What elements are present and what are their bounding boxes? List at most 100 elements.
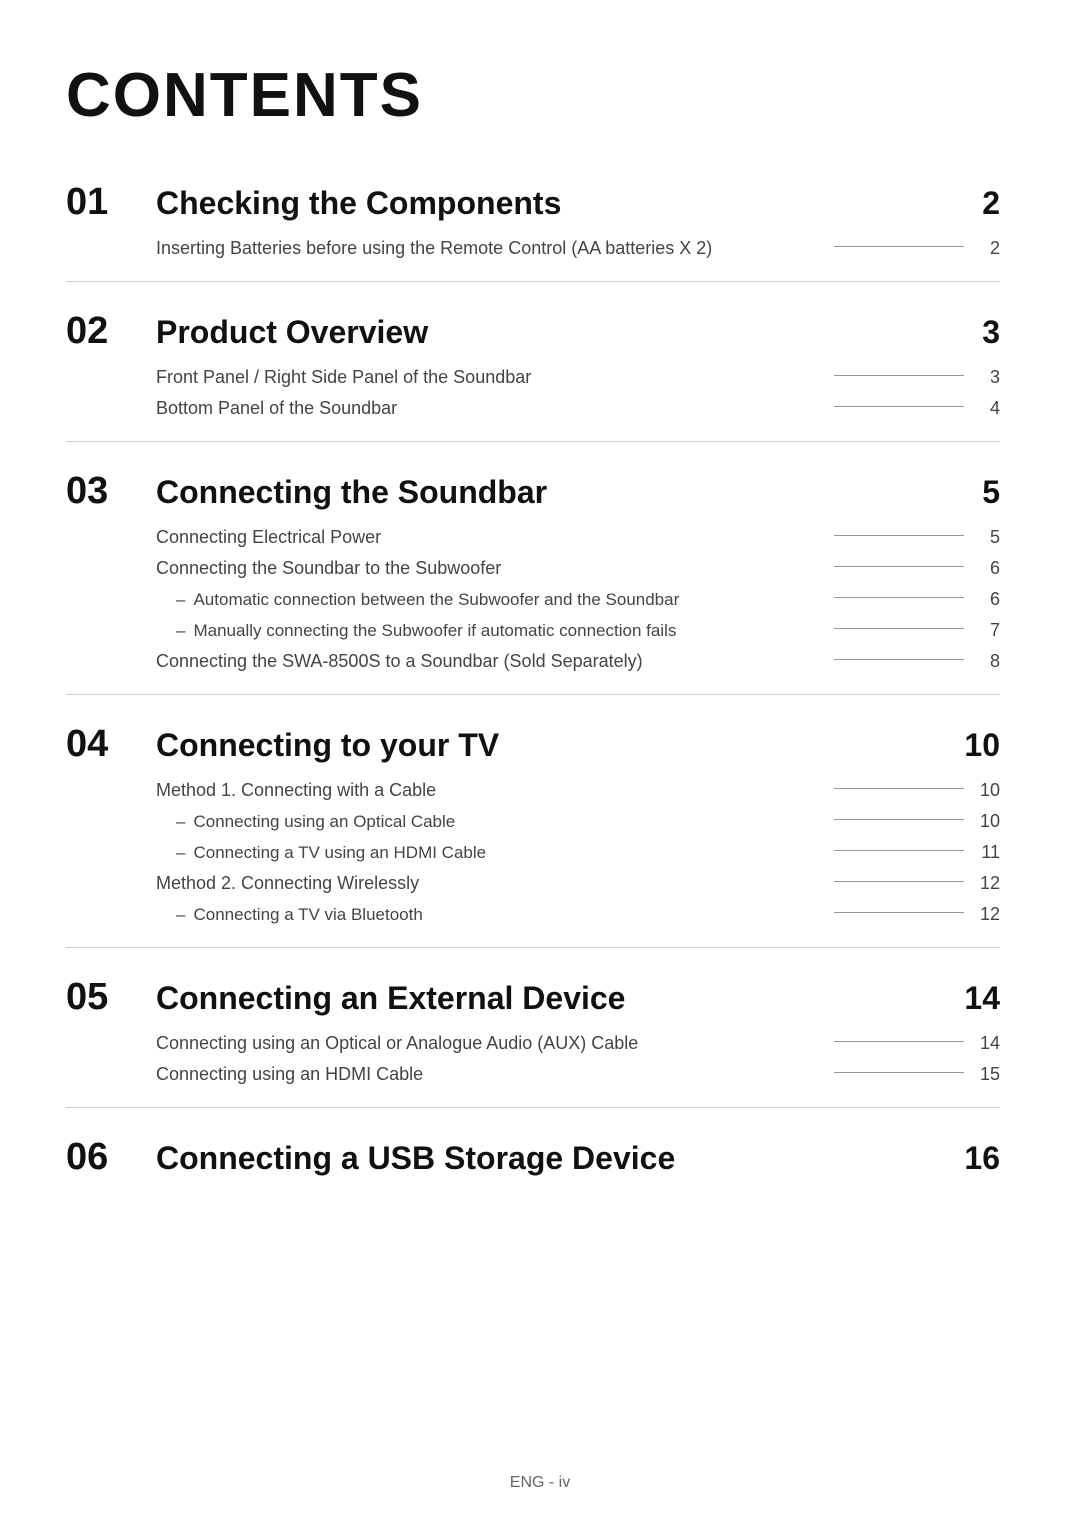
toc-item-page: 7 — [976, 620, 1000, 641]
toc-item-text: Bottom Panel of the Soundbar — [156, 398, 822, 419]
section-items-01: Inserting Batteries before using the Rem… — [156, 238, 1000, 259]
section-page-01: 2 — [950, 185, 1000, 222]
list-item: Front Panel / Right Side Panel of the So… — [156, 367, 1000, 388]
list-item: –Manually connecting the Subwoofer if au… — [176, 620, 1000, 641]
section-page-03: 5 — [950, 474, 1000, 511]
list-item: Connecting Electrical Power 5 — [156, 527, 1000, 548]
list-item: –Automatic connection between the Subwoo… — [176, 589, 1000, 610]
page-title: CONTENTS — [66, 60, 1000, 131]
section-header-02: 02Product Overview3 — [66, 310, 1000, 353]
toc-item-text: Connecting Electrical Power — [156, 527, 822, 548]
toc-container: 01Checking the Components2Inserting Batt… — [66, 181, 1000, 1179]
section-number-01: 01 — [66, 181, 156, 224]
toc-item-page: 12 — [976, 904, 1000, 925]
section-header-06: 06Connecting a USB Storage Device16 — [66, 1136, 1000, 1179]
section-title-06: Connecting a USB Storage Device — [156, 1140, 950, 1177]
section-header-03: 03Connecting the Soundbar5 — [66, 470, 1000, 513]
section-number-06: 06 — [66, 1136, 156, 1179]
section-title-01: Checking the Components — [156, 185, 950, 222]
toc-dots — [834, 850, 964, 851]
toc-dots — [834, 246, 964, 247]
section-06: 06Connecting a USB Storage Device16 — [66, 1136, 1000, 1179]
section-page-04: 10 — [950, 727, 1000, 764]
section-title-03: Connecting the Soundbar — [156, 474, 950, 511]
toc-dots — [834, 788, 964, 789]
toc-dots — [834, 659, 964, 660]
toc-item-page: 11 — [976, 842, 1000, 863]
toc-item-text: –Automatic connection between the Subwoo… — [176, 590, 822, 610]
section-items-03: Connecting Electrical Power 5 Connecting t… — [156, 527, 1000, 672]
dash-icon: – — [176, 843, 185, 862]
section-divider — [66, 281, 1000, 282]
section-number-02: 02 — [66, 310, 156, 353]
section-items-04: Method 1. Connecting with a Cable 10 –Conn… — [156, 780, 1000, 925]
section-title-02: Product Overview — [156, 314, 950, 351]
toc-item-text: –Manually connecting the Subwoofer if au… — [176, 621, 822, 641]
toc-item-text: Method 2. Connecting Wirelessly — [156, 873, 822, 894]
toc-item-page: 5 — [976, 527, 1000, 548]
toc-dots — [834, 912, 964, 913]
section-header-05: 05Connecting an External Device14 — [66, 976, 1000, 1019]
toc-item-page: 6 — [976, 589, 1000, 610]
section-01: 01Checking the Components2Inserting Batt… — [66, 181, 1000, 259]
toc-item-text: –Connecting a TV via Bluetooth — [176, 905, 822, 925]
list-item: –Connecting a TV via Bluetooth 12 — [176, 904, 1000, 925]
section-divider — [66, 1107, 1000, 1108]
section-title-05: Connecting an External Device — [156, 980, 950, 1017]
toc-item-text: Inserting Batteries before using the Rem… — [156, 238, 822, 259]
toc-item-text: Method 1. Connecting with a Cable — [156, 780, 822, 801]
section-number-04: 04 — [66, 723, 156, 766]
list-item: Connecting the SWA-8500S to a Soundbar (… — [156, 651, 1000, 672]
footer: ENG - iv — [0, 1474, 1080, 1492]
toc-item-page: 10 — [976, 811, 1000, 832]
list-item: Connecting using an Optical or Analogue … — [156, 1033, 1000, 1054]
toc-dots — [834, 406, 964, 407]
toc-item-page: 14 — [976, 1033, 1000, 1054]
section-items-05: Connecting using an Optical or Analogue … — [156, 1033, 1000, 1085]
toc-item-text: Connecting the Soundbar to the Subwoofer — [156, 558, 822, 579]
toc-dots — [834, 566, 964, 567]
list-item: Connecting the Soundbar to the Subwoofer… — [156, 558, 1000, 579]
section-divider — [66, 947, 1000, 948]
toc-dots — [834, 1041, 964, 1042]
toc-item-text: Front Panel / Right Side Panel of the So… — [156, 367, 822, 388]
section-page-06: 16 — [950, 1140, 1000, 1177]
list-item: –Connecting a TV using an HDMI Cable11 — [176, 842, 1000, 863]
section-04: 04Connecting to your TV10Method 1. Conne… — [66, 723, 1000, 925]
toc-dots — [834, 819, 964, 820]
section-items-02: Front Panel / Right Side Panel of the So… — [156, 367, 1000, 419]
toc-item-page: 2 — [976, 238, 1000, 259]
dash-icon: – — [176, 812, 185, 831]
section-03: 03Connecting the Soundbar5Connecting Ele… — [66, 470, 1000, 672]
list-item: Bottom Panel of the Soundbar 4 — [156, 398, 1000, 419]
toc-dots — [834, 1072, 964, 1073]
toc-item-page: 6 — [976, 558, 1000, 579]
list-item: Connecting using an HDMI Cable15 — [156, 1064, 1000, 1085]
toc-item-page: 8 — [976, 651, 1000, 672]
toc-item-text: –Connecting using an Optical Cable — [176, 812, 822, 832]
toc-item-page: 12 — [976, 873, 1000, 894]
section-divider — [66, 694, 1000, 695]
toc-item-page: 10 — [976, 780, 1000, 801]
toc-dots — [834, 628, 964, 629]
section-page-05: 14 — [950, 980, 1000, 1017]
toc-item-page: 4 — [976, 398, 1000, 419]
dash-icon: – — [176, 905, 185, 924]
toc-dots — [834, 375, 964, 376]
list-item: Method 1. Connecting with a Cable 10 — [156, 780, 1000, 801]
toc-dots — [834, 535, 964, 536]
section-number-05: 05 — [66, 976, 156, 1019]
toc-item-text: Connecting the SWA-8500S to a Soundbar (… — [156, 651, 822, 672]
toc-item-page: 15 — [976, 1064, 1000, 1085]
toc-dots — [834, 881, 964, 882]
section-05: 05Connecting an External Device14Connect… — [66, 976, 1000, 1085]
section-header-01: 01Checking the Components2 — [66, 181, 1000, 224]
toc-item-page: 3 — [976, 367, 1000, 388]
section-number-03: 03 — [66, 470, 156, 513]
list-item: Method 2. Connecting Wirelessly 12 — [156, 873, 1000, 894]
section-divider — [66, 441, 1000, 442]
section-header-04: 04Connecting to your TV10 — [66, 723, 1000, 766]
section-page-02: 3 — [950, 314, 1000, 351]
section-title-04: Connecting to your TV — [156, 727, 950, 764]
dash-icon: – — [176, 590, 185, 609]
